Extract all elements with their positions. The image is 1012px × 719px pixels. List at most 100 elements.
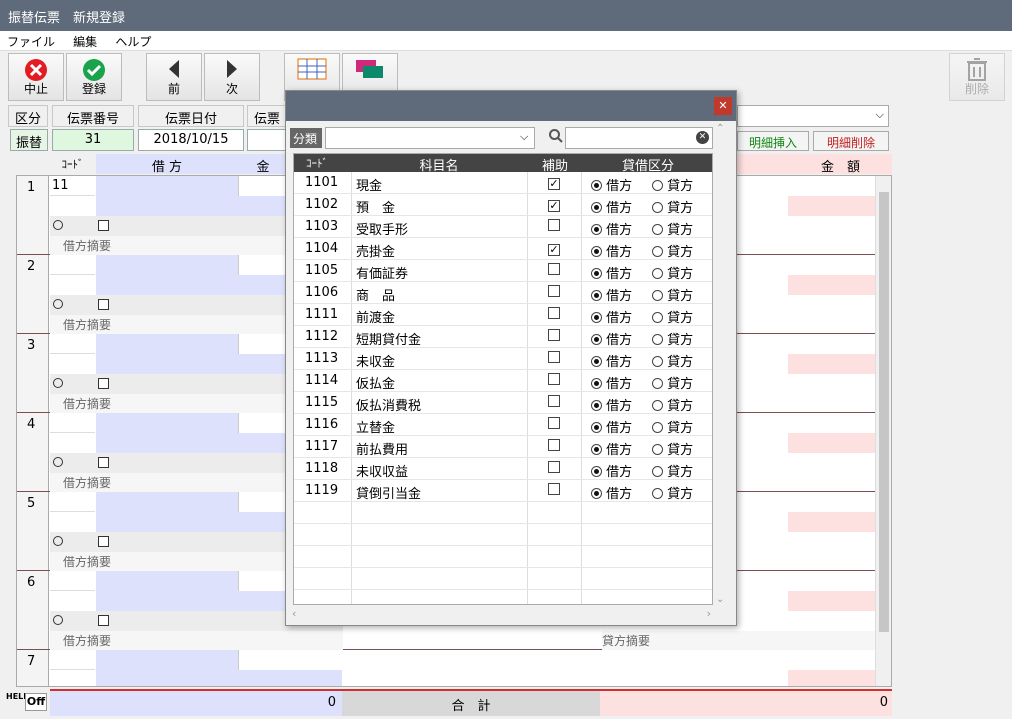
- debit-radio[interactable]: [591, 202, 602, 213]
- scroll-right-icon[interactable]: ›: [707, 607, 711, 620]
- account-row[interactable]: 1119 貸倒引当金 借方 貸方: [294, 480, 712, 502]
- debit-radio[interactable]: [591, 466, 602, 477]
- date-field[interactable]: 2018/10/15: [138, 129, 244, 151]
- aux-checkbox[interactable]: [548, 351, 560, 363]
- debit-checkbox[interactable]: [98, 299, 109, 310]
- number-field[interactable]: 31: [52, 129, 134, 151]
- entry-code[interactable]: [50, 492, 95, 512]
- account-row[interactable]: 1114 仮払金 借方 貸方: [294, 370, 712, 392]
- aux-checkbox[interactable]: [548, 439, 560, 451]
- delete-row-button[interactable]: 明細削除: [813, 131, 889, 151]
- filter-select[interactable]: [325, 127, 535, 149]
- dialog-hscroll[interactable]: ‹ ›: [290, 607, 715, 623]
- account-row[interactable]: 1112 短期貸付金 借方 貸方: [294, 326, 712, 348]
- delete-button[interactable]: 削除: [949, 53, 1005, 101]
- credit-radio[interactable]: [652, 202, 663, 213]
- debit-radio[interactable]: [53, 378, 63, 388]
- debit-radio[interactable]: [591, 378, 602, 389]
- debit-radio[interactable]: [591, 444, 602, 455]
- debit-radio[interactable]: [591, 422, 602, 433]
- insert-row-button[interactable]: 明細挿入: [737, 131, 809, 151]
- debit-radio[interactable]: [591, 180, 602, 191]
- account-row[interactable]: 1101 現金 ✓ 借方 貸方: [294, 172, 712, 194]
- credit-radio[interactable]: [652, 488, 663, 499]
- credit-radio[interactable]: [652, 422, 663, 433]
- entry-code[interactable]: [50, 334, 95, 354]
- aux-checkbox[interactable]: ✓: [548, 178, 560, 190]
- debit-account[interactable]: [96, 334, 238, 374]
- entry-code[interactable]: [50, 650, 95, 670]
- debit-checkbox[interactable]: [98, 378, 109, 389]
- scroll-up-icon[interactable]: ⌃: [716, 123, 724, 134]
- debit-radio[interactable]: [53, 615, 63, 625]
- menu-file[interactable]: ファイル: [0, 31, 62, 52]
- debit-account[interactable]: [96, 176, 238, 216]
- debit-radio[interactable]: [591, 400, 602, 411]
- aux-checkbox[interactable]: [548, 285, 560, 297]
- aux-checkbox[interactable]: ✓: [548, 244, 560, 256]
- search-input[interactable]: [565, 127, 713, 149]
- entry-code[interactable]: [50, 255, 95, 275]
- debit-radio[interactable]: [53, 220, 63, 230]
- account-row[interactable]: 1106 商 品 借方 貸方: [294, 282, 712, 304]
- close-icon[interactable]: ✕: [714, 97, 732, 115]
- credit-radio[interactable]: [652, 268, 663, 279]
- debit-radio[interactable]: [53, 299, 63, 309]
- scroll-down-icon[interactable]: ⌄: [716, 594, 724, 605]
- credit-radio[interactable]: [652, 224, 663, 235]
- debit-amount[interactable]: [238, 650, 342, 670]
- menu-edit[interactable]: 編集: [66, 31, 104, 52]
- register-button[interactable]: 登録: [66, 53, 122, 101]
- debit-radio[interactable]: [591, 290, 602, 301]
- aux-checkbox[interactable]: [548, 373, 560, 385]
- credit-radio[interactable]: [652, 466, 663, 477]
- cancel-button[interactable]: 中止: [8, 53, 64, 101]
- debit-radio[interactable]: [591, 334, 602, 345]
- next-button[interactable]: 次: [204, 53, 260, 101]
- account-row[interactable]: 1104 売掛金 ✓ 借方 貸方: [294, 238, 712, 260]
- aux-checkbox[interactable]: [548, 263, 560, 275]
- right-select[interactable]: ⌵: [737, 105, 889, 127]
- debit-radio[interactable]: [53, 457, 63, 467]
- debit-radio[interactable]: [591, 246, 602, 257]
- credit-memo[interactable]: 貸方摘要: [602, 631, 891, 650]
- credit-radio[interactable]: [652, 400, 663, 411]
- account-row[interactable]: 1116 立替金 借方 貸方: [294, 414, 712, 436]
- aux-checkbox[interactable]: [548, 483, 560, 495]
- aux-checkbox[interactable]: [548, 417, 560, 429]
- debit-checkbox[interactable]: [98, 457, 109, 468]
- credit-radio[interactable]: [652, 312, 663, 323]
- kubun-field[interactable]: 振替: [10, 129, 48, 151]
- debit-account[interactable]: [96, 650, 238, 686]
- debit-account[interactable]: [96, 571, 238, 611]
- credit-radio[interactable]: [652, 246, 663, 257]
- aux-checkbox[interactable]: [548, 461, 560, 473]
- account-row[interactable]: 1115 仮払消費税 借方 貸方: [294, 392, 712, 414]
- account-row[interactable]: 1102 預 金 ✓ 借方 貸方: [294, 194, 712, 216]
- debit-radio[interactable]: [591, 488, 602, 499]
- credit-radio[interactable]: [652, 180, 663, 191]
- entry-code[interactable]: 11: [50, 176, 95, 196]
- account-row[interactable]: 1113 未収金 借方 貸方: [294, 348, 712, 370]
- account-row[interactable]: 1118 未収収益 借方 貸方: [294, 458, 712, 480]
- debit-checkbox[interactable]: [98, 536, 109, 547]
- clear-search-icon[interactable]: ✕: [696, 131, 709, 144]
- debit-amount-sub[interactable]: [238, 670, 342, 686]
- aux-checkbox[interactable]: [548, 329, 560, 341]
- debit-account[interactable]: [96, 492, 238, 532]
- debit-radio[interactable]: [591, 356, 602, 367]
- debit-checkbox[interactable]: [98, 220, 109, 231]
- credit-radio[interactable]: [652, 290, 663, 301]
- account-row[interactable]: 1103 受取手形 借方 貸方: [294, 216, 712, 238]
- help-toggle[interactable]: Off: [25, 693, 47, 711]
- debit-radio[interactable]: [591, 224, 602, 235]
- credit-radio[interactable]: [652, 378, 663, 389]
- debit-radio[interactable]: [591, 312, 602, 323]
- entry-code[interactable]: [50, 571, 95, 591]
- debit-memo[interactable]: 借方摘要: [50, 631, 343, 650]
- account-row[interactable]: 1117 前払費用 借方 貸方: [294, 436, 712, 458]
- credit-radio[interactable]: [652, 444, 663, 455]
- scrollbar-thumb[interactable]: [879, 192, 889, 632]
- extra-field[interactable]: [247, 129, 287, 151]
- dialog-vscroll[interactable]: ⌃ ⌄: [713, 123, 729, 605]
